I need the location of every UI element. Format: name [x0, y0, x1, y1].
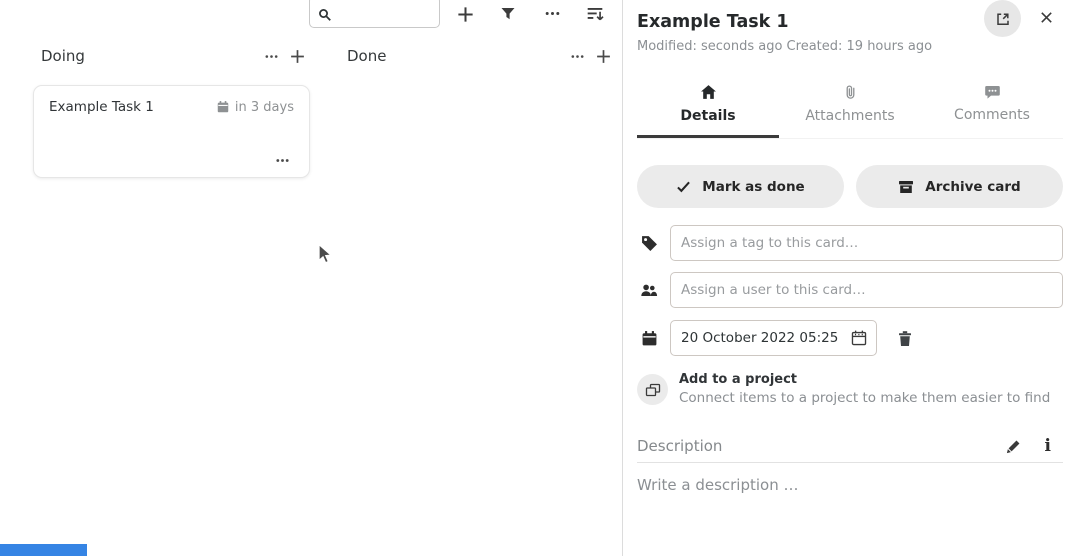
column-title: Done	[347, 47, 564, 65]
tab-comments[interactable]: Comments	[921, 78, 1063, 138]
edit-description-button[interactable]	[1005, 438, 1022, 455]
column-more-button[interactable]	[258, 43, 284, 69]
card-due-label: in 3 days	[235, 100, 294, 115]
board-more-button[interactable]	[541, 2, 563, 24]
filter-button[interactable]	[497, 3, 519, 25]
calendar-icon	[637, 330, 661, 347]
open-external-button[interactable]	[984, 0, 1021, 37]
tab-label: Attachments	[805, 108, 894, 124]
archive-icon	[898, 179, 914, 195]
column-add-card-button[interactable]	[284, 43, 310, 69]
search-icon	[318, 8, 332, 22]
due-date-value: 20 October 2022 05:25	[681, 330, 850, 346]
add-to-project-row[interactable]: Add to a project Connect items to a proj…	[637, 372, 1063, 406]
assign-tag-input[interactable]	[670, 225, 1063, 261]
archive-card-button[interactable]: Archive card	[856, 165, 1063, 208]
add-list-button[interactable]	[454, 3, 476, 25]
task-card[interactable]: Example Task 1 in 3 days	[33, 85, 310, 178]
archive-card-label: Archive card	[925, 179, 1020, 195]
column-header: Done	[339, 42, 616, 70]
column-header: Doing	[33, 42, 310, 70]
comment-icon	[984, 84, 1001, 100]
column-title: Doing	[41, 47, 258, 65]
project-icon	[637, 374, 668, 405]
add-to-project-subtitle: Connect items to a project to make them …	[679, 390, 1050, 406]
mark-as-done-label: Mark as done	[702, 179, 804, 195]
tab-label: Details	[680, 108, 735, 124]
users-icon	[637, 282, 661, 298]
bottom-accent-bar	[0, 544, 87, 556]
description-placeholder[interactable]: Write a description …	[637, 476, 1063, 494]
tab-label: Comments	[954, 107, 1030, 123]
calendar-picker-icon[interactable]	[850, 329, 868, 347]
due-date-field[interactable]: 20 October 2022 05:25	[670, 320, 877, 356]
close-icon	[1039, 10, 1054, 25]
kanban-board: Doing Example Task 1 in 3 days	[0, 0, 622, 556]
panel-meta: Modified: seconds ago Created: 19 hours …	[637, 39, 1063, 54]
paperclip-icon	[843, 84, 858, 101]
assign-user-input[interactable]	[670, 272, 1063, 308]
column-add-card-button[interactable]	[590, 43, 616, 69]
close-panel-button[interactable]	[1037, 8, 1055, 26]
open-external-icon	[995, 11, 1011, 27]
check-icon	[676, 180, 691, 193]
description-header: Description i	[637, 437, 1063, 463]
add-to-project-title: Add to a project	[679, 372, 1050, 387]
mouse-cursor-icon	[317, 243, 334, 266]
column-done: Done	[339, 42, 616, 70]
tag-icon	[637, 235, 661, 252]
column-more-button[interactable]	[564, 43, 590, 69]
search-box[interactable]	[309, 0, 440, 28]
info-icon[interactable]: i	[1045, 438, 1051, 455]
card-title: Example Task 1	[49, 99, 216, 115]
remove-due-date-button[interactable]	[894, 327, 916, 349]
calendar-icon	[216, 100, 230, 114]
column-doing: Doing Example Task 1 in 3 days	[33, 42, 310, 178]
tab-attachments[interactable]: Attachments	[779, 78, 921, 138]
home-icon	[700, 84, 717, 101]
description-label: Description	[637, 437, 1005, 455]
tab-details[interactable]: Details	[637, 78, 779, 138]
search-input[interactable]	[336, 5, 434, 25]
app-window: Doing Example Task 1 in 3 days	[0, 0, 1073, 556]
tab-bar: Details Attachments Comments	[637, 78, 1063, 139]
card-details-panel: Example Task 1 Modified: seconds ago Cre…	[622, 0, 1073, 556]
board-menu-button[interactable]	[584, 3, 606, 25]
card-due-date: in 3 days	[216, 100, 294, 115]
card-more-button[interactable]	[270, 151, 294, 169]
mark-as-done-button[interactable]: Mark as done	[637, 165, 844, 208]
